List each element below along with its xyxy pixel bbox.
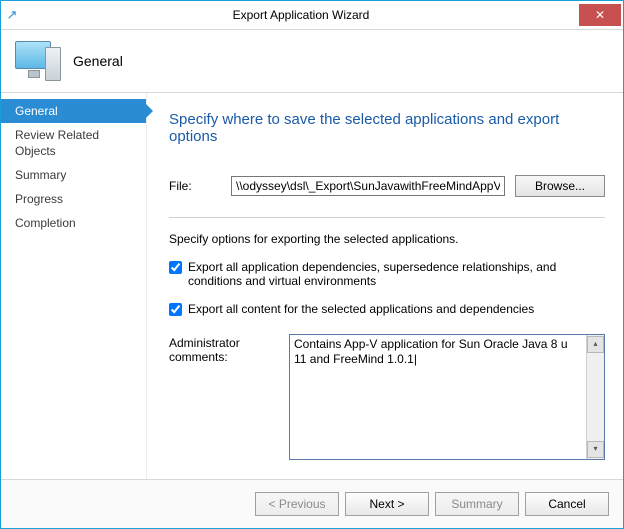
cancel-button[interactable]: Cancel bbox=[525, 492, 609, 516]
export-content-checkbox[interactable] bbox=[169, 303, 182, 316]
wizard-footer: < Previous Next > Summary Cancel bbox=[1, 479, 623, 528]
comments-scrollbar[interactable]: ▴ ▾ bbox=[586, 335, 604, 459]
page-title: General bbox=[73, 53, 123, 69]
previous-button: < Previous bbox=[255, 492, 339, 516]
file-label: File: bbox=[169, 179, 231, 193]
options-caption: Specify options for exporting the select… bbox=[169, 232, 605, 246]
summary-button: Summary bbox=[435, 492, 519, 516]
admin-comments-box: Contains App-V application for Sun Oracl… bbox=[289, 334, 605, 460]
scroll-up-button[interactable]: ▴ bbox=[587, 336, 604, 353]
sidebar-step-summary[interactable]: Summary bbox=[1, 163, 146, 187]
admin-comments-textarea[interactable]: Contains App-V application for Sun Oracl… bbox=[290, 335, 586, 459]
divider bbox=[169, 217, 605, 218]
wizard-steps-sidebar: General Review Related Objects Summary P… bbox=[1, 93, 147, 479]
computer-icon bbox=[15, 41, 61, 81]
sidebar-step-general[interactable]: General bbox=[1, 99, 146, 123]
file-path-input[interactable] bbox=[231, 176, 505, 196]
main-heading: Specify where to save the selected appli… bbox=[169, 111, 605, 145]
wizard-main-panel: Specify where to save the selected appli… bbox=[147, 93, 623, 479]
admin-comments-label: Administrator comments: bbox=[169, 334, 289, 364]
export-dependencies-label: Export all application dependencies, sup… bbox=[188, 260, 605, 288]
titlebar: ↗ Export Application Wizard ✕ bbox=[1, 1, 623, 30]
window-title: Export Application Wizard bbox=[23, 8, 579, 22]
sidebar-step-review-related-objects[interactable]: Review Related Objects bbox=[1, 123, 146, 163]
scroll-down-button[interactable]: ▾ bbox=[587, 441, 604, 458]
export-content-row[interactable]: Export all content for the selected appl… bbox=[169, 302, 605, 316]
window-close-button[interactable]: ✕ bbox=[579, 4, 621, 26]
export-dependencies-row[interactable]: Export all application dependencies, sup… bbox=[169, 260, 605, 288]
sidebar-step-progress[interactable]: Progress bbox=[1, 187, 146, 211]
sidebar-step-completion[interactable]: Completion bbox=[1, 211, 146, 235]
window-system-icon: ↗ bbox=[1, 7, 23, 23]
browse-button[interactable]: Browse... bbox=[515, 175, 605, 197]
next-button[interactable]: Next > bbox=[345, 492, 429, 516]
export-dependencies-checkbox[interactable] bbox=[169, 261, 182, 274]
export-content-label: Export all content for the selected appl… bbox=[188, 302, 534, 316]
wizard-header: General bbox=[1, 30, 623, 93]
